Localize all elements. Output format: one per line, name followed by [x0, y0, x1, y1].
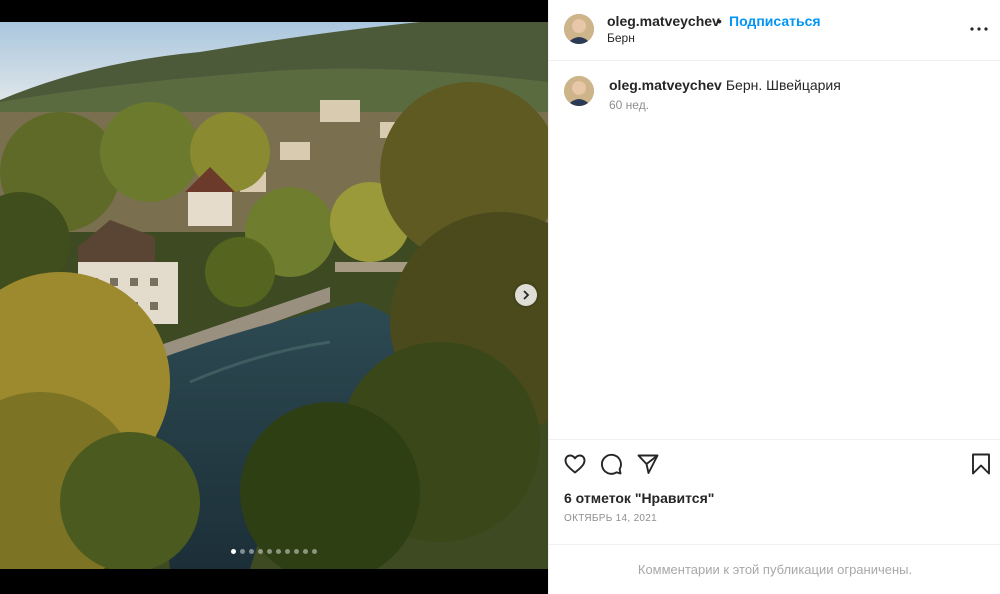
carousel-dot [231, 549, 236, 554]
share-button[interactable] [636, 452, 662, 478]
author-username[interactable]: oleg.matveychev [607, 13, 720, 29]
carousel-dot [267, 549, 272, 554]
save-button[interactable] [969, 452, 995, 478]
carousel-dot [276, 549, 281, 554]
header-separator: • [717, 13, 722, 29]
post-media [0, 0, 548, 594]
likes-count[interactable]: 6 отметок "Нравится" [564, 490, 714, 506]
chevron-right-icon [523, 290, 530, 300]
carousel-dot [312, 549, 317, 554]
post-side-panel: oleg.matveychev • Подписаться Берн oleg.… [548, 0, 1000, 594]
carousel-dot [240, 549, 245, 554]
carousel-next-button[interactable] [515, 284, 537, 306]
heart-icon [564, 454, 586, 474]
caption-username[interactable]: oleg.matveychev [609, 77, 722, 93]
carousel-dot [249, 549, 254, 554]
post-header: oleg.matveychev • Подписаться Берн [549, 0, 1000, 61]
follow-button[interactable]: Подписаться [729, 13, 821, 29]
avatar[interactable] [564, 14, 594, 44]
carousel-dot [303, 549, 308, 554]
caption-line: oleg.matveychev Берн. Швейцария [609, 77, 841, 93]
action-bar [549, 439, 1000, 489]
comments-restricted-text: Комментарии к этой публикации ограничены… [637, 562, 913, 577]
post-photo [0, 22, 548, 569]
carousel-dot [294, 549, 299, 554]
avatar-image [564, 76, 594, 106]
landscape-image [0, 22, 548, 569]
caption-text: Берн. Швейцария [725, 77, 841, 93]
comment-button[interactable] [599, 452, 625, 478]
avatar-image [564, 14, 594, 44]
carousel-indicator [0, 549, 548, 554]
share-icon [637, 454, 659, 474]
carousel-dot [258, 549, 263, 554]
more-options-icon [970, 27, 988, 31]
bookmark-icon [972, 453, 990, 475]
carousel-dot [285, 549, 290, 554]
caption-avatar[interactable] [564, 76, 594, 106]
comments-restricted-notice: Комментарии к этой публикации ограничены… [549, 544, 1000, 594]
comment-icon [601, 453, 622, 475]
more-options-button[interactable] [969, 19, 989, 39]
like-button[interactable] [563, 452, 589, 478]
caption-timestamp[interactable]: 60 нед. [609, 98, 649, 112]
location-link[interactable]: Берн [607, 31, 635, 45]
post-date[interactable]: ОКТЯБРЬ 14, 2021 [564, 513, 657, 524]
